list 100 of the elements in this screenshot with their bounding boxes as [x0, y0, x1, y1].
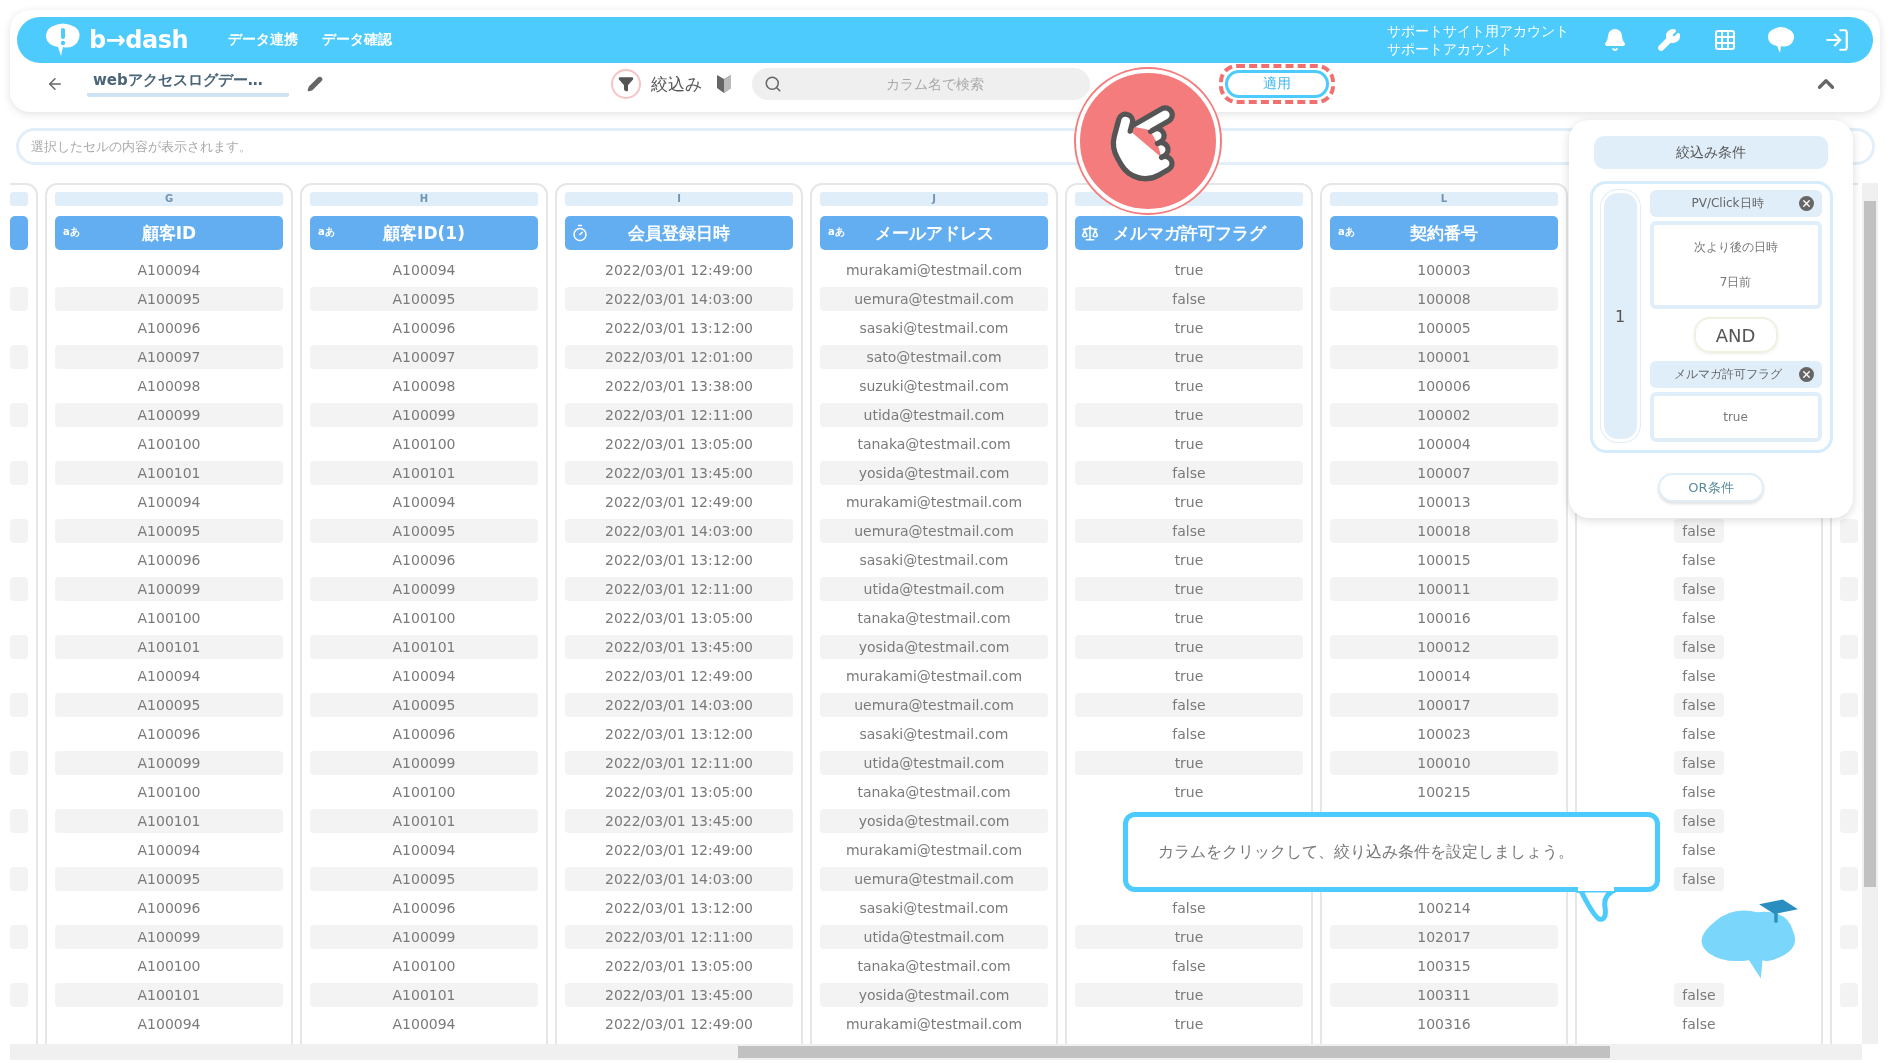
table-cell[interactable]: 2022/03/01 13:05:00 [565, 605, 793, 630]
dataset-title[interactable]: webアクセスログデー… [87, 71, 289, 97]
table-cell[interactable]: utida@testmail.com [820, 924, 1048, 949]
column-header[interactable]: aあ 契約番号 [1330, 216, 1558, 250]
table-cell[interactable]: true [1075, 982, 1303, 1007]
table-cell[interactable]: A100099 [55, 402, 283, 427]
table-cell[interactable]: tanaka@testmail.com [820, 431, 1048, 456]
table-cell[interactable]: utida@testmail.com [820, 750, 1048, 775]
horizontal-scrollbar[interactable] [10, 1044, 1862, 1060]
table-cell[interactable]: A100095 [310, 518, 538, 543]
table-cell[interactable]: 2022/03/01 13:12:00 [565, 721, 793, 746]
table-cell[interactable]: A100101 [55, 808, 283, 833]
table-cell[interactable]: 100015 [1330, 547, 1558, 572]
table-cell[interactable]: false [1075, 460, 1303, 485]
table-cell[interactable]: uemura@testmail.com [820, 866, 1048, 891]
table-cell[interactable]: 2022/03/01 12:49:00 [565, 837, 793, 862]
table-cell[interactable]: murakami@testmail.com [820, 257, 1048, 282]
table-cell[interactable]: murakami@testmail.com [820, 1011, 1048, 1036]
table-cell[interactable]: yosida@testmail.com [820, 808, 1048, 833]
table-cell[interactable]: 2022/03/01 14:03:00 [565, 866, 793, 891]
scrollbar-thumb[interactable] [1864, 201, 1876, 887]
table-cell[interactable]: uemura@testmail.com [820, 286, 1048, 311]
table-cell[interactable]: murakami@testmail.com [820, 489, 1048, 514]
table-cell[interactable]: sasaki@testmail.com [820, 315, 1048, 340]
table-cell[interactable]: A100100 [310, 431, 538, 456]
table-cell[interactable]: true [1075, 257, 1303, 282]
table-cell[interactable]: A100096 [310, 721, 538, 746]
table-cell[interactable]: A100096 [310, 547, 538, 572]
table-cell[interactable]: A100094 [310, 1011, 538, 1036]
table-cell[interactable]: true [1075, 1011, 1303, 1036]
table-cell[interactable]: A100095 [310, 286, 538, 311]
table-cell[interactable]: true [1075, 431, 1303, 456]
table-cell[interactable]: sasaki@testmail.com [820, 547, 1048, 572]
table-cell[interactable]: 100016 [1330, 605, 1558, 630]
table-cell[interactable]: A100101 [310, 808, 538, 833]
table-cell[interactable]: 2022/03/01 14:03:00 [565, 518, 793, 543]
table-cell[interactable]: true [1075, 605, 1303, 630]
table-cell[interactable]: A100095 [55, 692, 283, 717]
table-cell[interactable]: 100011 [1330, 576, 1558, 601]
table-cell[interactable]: A100101 [55, 634, 283, 659]
table-cell[interactable]: 100001 [1330, 344, 1558, 369]
and-toggle[interactable]: AND [1693, 317, 1778, 353]
remove-icon[interactable] [1798, 367, 1814, 382]
table-cell[interactable]: false [1674, 576, 1724, 601]
filter-icon[interactable] [611, 69, 641, 99]
table-cell[interactable]: 2022/03/01 12:49:00 [565, 1011, 793, 1036]
table-cell[interactable]: 2022/03/01 13:05:00 [565, 779, 793, 804]
table-cell[interactable]: A100099 [310, 576, 538, 601]
table-cell[interactable]: A100094 [55, 489, 283, 514]
table-cell[interactable]: A100094 [310, 837, 538, 862]
column-header[interactable] [10, 216, 28, 250]
table-cell[interactable]: murakami@testmail.com [820, 663, 1048, 688]
table-cell[interactable]: true [1075, 663, 1303, 688]
table-cell[interactable]: sasaki@testmail.com [820, 895, 1048, 920]
table-cell[interactable]: 100008 [1330, 286, 1558, 311]
column-header[interactable]: 会員登録日時 [565, 216, 793, 250]
table-cell[interactable]: false [1674, 808, 1724, 833]
table-cell[interactable]: 2022/03/01 13:45:00 [565, 460, 793, 485]
table-cell[interactable]: 100007 [1330, 460, 1558, 485]
table-cell[interactable]: 100012 [1330, 634, 1558, 659]
table-cell[interactable]: false [1674, 692, 1724, 717]
table-cell[interactable]: 2022/03/01 12:49:00 [565, 257, 793, 282]
table-cell[interactable]: 2022/03/01 13:12:00 [565, 547, 793, 572]
table-cell[interactable]: true [1075, 779, 1303, 804]
table-cell[interactable]: 2022/03/01 13:12:00 [565, 895, 793, 920]
table-cell[interactable]: 2022/03/01 13:38:00 [565, 373, 793, 398]
table-cell[interactable]: 100005 [1330, 315, 1558, 340]
table-cell[interactable]: 102017 [1330, 924, 1558, 949]
table-cell[interactable]: A100096 [310, 315, 538, 340]
table-cell[interactable]: A100100 [55, 953, 283, 978]
table-cell[interactable]: true [1075, 634, 1303, 659]
table-cell[interactable]: A100100 [55, 779, 283, 804]
table-cell[interactable]: A100095 [55, 518, 283, 543]
table-cell[interactable]: uemura@testmail.com [820, 692, 1048, 717]
table-cell[interactable]: A100098 [55, 373, 283, 398]
table-cell[interactable]: yosida@testmail.com [820, 460, 1048, 485]
table-cell[interactable]: 100004 [1330, 431, 1558, 456]
column-header[interactable]: aあ 顧客ID [55, 216, 283, 250]
table-cell[interactable]: false [1674, 547, 1724, 572]
table-cell[interactable]: A100099 [310, 924, 538, 949]
table-cell[interactable]: tanaka@testmail.com [820, 779, 1048, 804]
table-cell[interactable]: 2022/03/01 12:11:00 [565, 576, 793, 601]
table-cell[interactable]: A100094 [55, 257, 283, 282]
table-cell[interactable]: false [1674, 663, 1724, 688]
table-cell[interactable]: A100101 [310, 460, 538, 485]
scrollbar-thumb[interactable] [738, 1046, 1610, 1058]
table-cell[interactable]: A100094 [310, 663, 538, 688]
table-cell[interactable]: 2022/03/01 13:45:00 [565, 982, 793, 1007]
table-cell[interactable]: 100013 [1330, 489, 1558, 514]
table-cell[interactable]: A100096 [55, 721, 283, 746]
table-cell[interactable]: A100100 [310, 779, 538, 804]
table-cell[interactable]: false [1075, 286, 1303, 311]
table-cell[interactable]: true [1075, 489, 1303, 514]
table-cell[interactable]: 2022/03/01 13:12:00 [565, 315, 793, 340]
table-cell[interactable]: 100023 [1330, 721, 1558, 746]
table-cell[interactable]: A100095 [55, 286, 283, 311]
table-cell[interactable]: 2022/03/01 13:05:00 [565, 431, 793, 456]
table-cell[interactable]: A100099 [310, 402, 538, 427]
table-cell[interactable]: true [1075, 402, 1303, 427]
table-cell[interactable]: 2022/03/01 12:11:00 [565, 924, 793, 949]
